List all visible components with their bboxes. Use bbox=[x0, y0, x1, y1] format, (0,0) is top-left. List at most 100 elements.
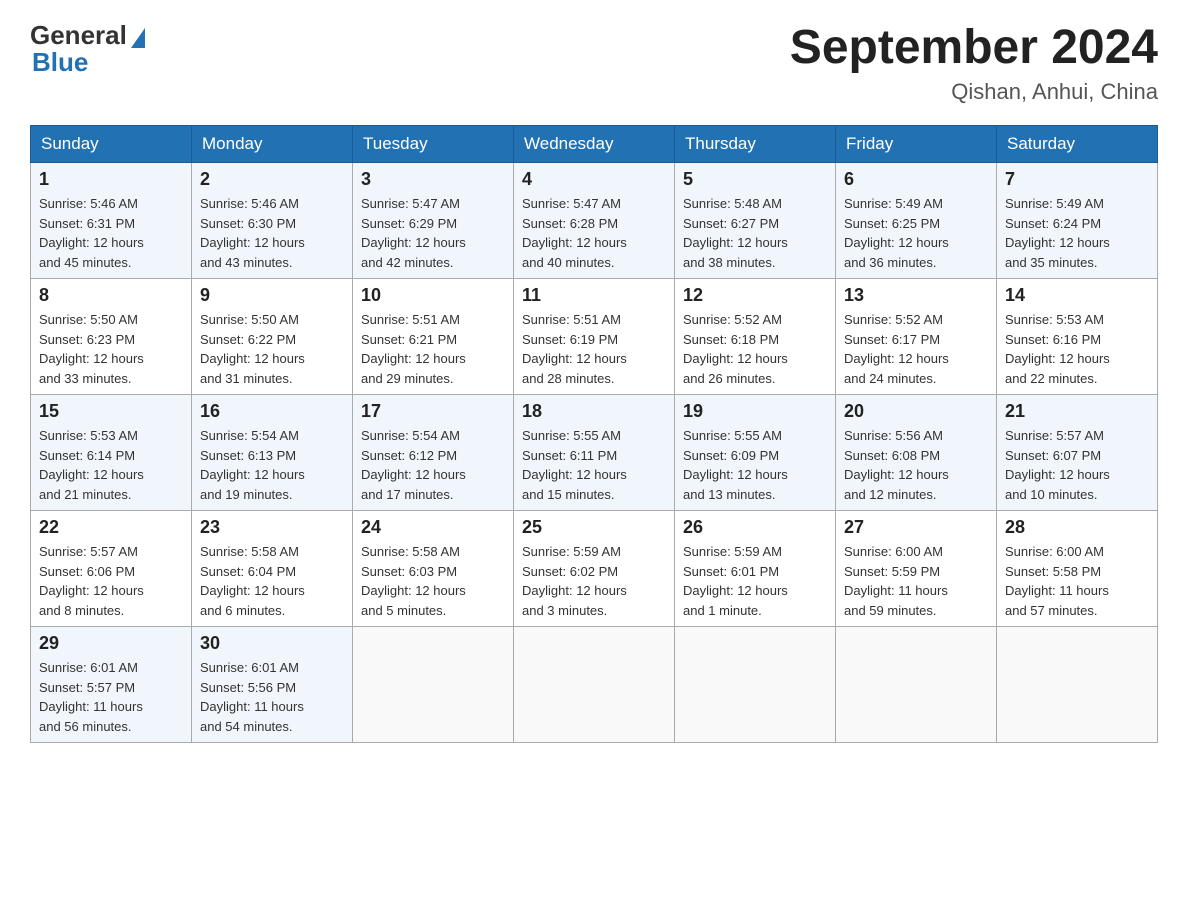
calendar-day-cell: 12 Sunrise: 5:52 AMSunset: 6:18 PMDayligh… bbox=[675, 279, 836, 395]
day-number: 12 bbox=[683, 285, 827, 306]
day-info: Sunrise: 5:53 AMSunset: 6:16 PMDaylight:… bbox=[1005, 310, 1149, 388]
day-number: 25 bbox=[522, 517, 666, 538]
day-info: Sunrise: 5:57 AMSunset: 6:07 PMDaylight:… bbox=[1005, 426, 1149, 504]
calendar-day-cell: 3 Sunrise: 5:47 AMSunset: 6:29 PMDaylight… bbox=[353, 163, 514, 279]
calendar-day-cell: 17 Sunrise: 5:54 AMSunset: 6:12 PMDayligh… bbox=[353, 395, 514, 511]
calendar-week-row: 29 Sunrise: 6:01 AMSunset: 5:57 PMDayligh… bbox=[31, 627, 1158, 743]
day-info: Sunrise: 5:46 AMSunset: 6:30 PMDaylight:… bbox=[200, 194, 344, 272]
day-info: Sunrise: 5:49 AMSunset: 6:25 PMDaylight:… bbox=[844, 194, 988, 272]
day-number: 29 bbox=[39, 633, 183, 654]
logo-triangle-icon bbox=[131, 28, 145, 48]
day-info: Sunrise: 5:59 AMSunset: 6:02 PMDaylight:… bbox=[522, 542, 666, 620]
day-info: Sunrise: 5:52 AMSunset: 6:18 PMDaylight:… bbox=[683, 310, 827, 388]
logo-blue-text: Blue bbox=[30, 47, 88, 78]
day-info: Sunrise: 5:50 AMSunset: 6:23 PMDaylight:… bbox=[39, 310, 183, 388]
day-number: 28 bbox=[1005, 517, 1149, 538]
day-number: 1 bbox=[39, 169, 183, 190]
day-info: Sunrise: 5:51 AMSunset: 6:19 PMDaylight:… bbox=[522, 310, 666, 388]
day-info: Sunrise: 5:53 AMSunset: 6:14 PMDaylight:… bbox=[39, 426, 183, 504]
calendar-day-cell bbox=[997, 627, 1158, 743]
calendar-week-row: 8 Sunrise: 5:50 AMSunset: 6:23 PMDaylight… bbox=[31, 279, 1158, 395]
title-block: September 2024 Qishan, Anhui, China bbox=[790, 20, 1158, 105]
day-info: Sunrise: 6:00 AMSunset: 5:59 PMDaylight:… bbox=[844, 542, 988, 620]
calendar-header-cell: Friday bbox=[836, 126, 997, 163]
day-number: 14 bbox=[1005, 285, 1149, 306]
day-info: Sunrise: 5:58 AMSunset: 6:03 PMDaylight:… bbox=[361, 542, 505, 620]
calendar-title: September 2024 bbox=[790, 20, 1158, 75]
calendar-day-cell bbox=[353, 627, 514, 743]
calendar-body: 1 Sunrise: 5:46 AMSunset: 6:31 PMDaylight… bbox=[31, 163, 1158, 743]
day-number: 22 bbox=[39, 517, 183, 538]
calendar-day-cell: 28 Sunrise: 6:00 AMSunset: 5:58 PMDayligh… bbox=[997, 511, 1158, 627]
calendar-header-cell: Tuesday bbox=[353, 126, 514, 163]
calendar-day-cell: 8 Sunrise: 5:50 AMSunset: 6:23 PMDaylight… bbox=[31, 279, 192, 395]
calendar-day-cell: 6 Sunrise: 5:49 AMSunset: 6:25 PMDaylight… bbox=[836, 163, 997, 279]
day-info: Sunrise: 5:52 AMSunset: 6:17 PMDaylight:… bbox=[844, 310, 988, 388]
day-info: Sunrise: 5:54 AMSunset: 6:13 PMDaylight:… bbox=[200, 426, 344, 504]
calendar-day-cell: 21Sunrise: 5:57 AMSunset: 6:07 PMDayligh… bbox=[997, 395, 1158, 511]
calendar-day-cell: 22 Sunrise: 5:57 AMSunset: 6:06 PMDayligh… bbox=[31, 511, 192, 627]
day-info: Sunrise: 5:59 AMSunset: 6:01 PMDaylight:… bbox=[683, 542, 827, 620]
day-number: 4 bbox=[522, 169, 666, 190]
calendar-day-cell: 13 Sunrise: 5:52 AMSunset: 6:17 PMDayligh… bbox=[836, 279, 997, 395]
calendar-subtitle: Qishan, Anhui, China bbox=[790, 79, 1158, 105]
day-number: 2 bbox=[200, 169, 344, 190]
day-number: 9 bbox=[200, 285, 344, 306]
calendar-header-cell: Saturday bbox=[997, 126, 1158, 163]
day-info: Sunrise: 5:46 AMSunset: 6:31 PMDaylight:… bbox=[39, 194, 183, 272]
day-info: Sunrise: 5:56 AMSunset: 6:08 PMDaylight:… bbox=[844, 426, 988, 504]
day-info: Sunrise: 5:51 AMSunset: 6:21 PMDaylight:… bbox=[361, 310, 505, 388]
calendar-header-row: SundayMondayTuesdayWednesdayThursdayFrid… bbox=[31, 126, 1158, 163]
day-number: 20 bbox=[844, 401, 988, 422]
calendar-header-cell: Sunday bbox=[31, 126, 192, 163]
calendar-day-cell: 10 Sunrise: 5:51 AMSunset: 6:21 PMDayligh… bbox=[353, 279, 514, 395]
calendar-day-cell: 26 Sunrise: 5:59 AMSunset: 6:01 PMDayligh… bbox=[675, 511, 836, 627]
day-number: 7 bbox=[1005, 169, 1149, 190]
calendar-day-cell: 19 Sunrise: 5:55 AMSunset: 6:09 PMDayligh… bbox=[675, 395, 836, 511]
calendar-day-cell: 14 Sunrise: 5:53 AMSunset: 6:16 PMDayligh… bbox=[997, 279, 1158, 395]
day-number: 26 bbox=[683, 517, 827, 538]
day-number: 5 bbox=[683, 169, 827, 190]
calendar-day-cell: 23Sunrise: 5:58 AMSunset: 6:04 PMDayligh… bbox=[192, 511, 353, 627]
day-info: Sunrise: 5:55 AMSunset: 6:09 PMDaylight:… bbox=[683, 426, 827, 504]
day-number: 19 bbox=[683, 401, 827, 422]
day-number: 23 bbox=[200, 517, 344, 538]
calendar-day-cell: 5Sunrise: 5:48 AMSunset: 6:27 PMDaylight… bbox=[675, 163, 836, 279]
day-info: Sunrise: 5:55 AMSunset: 6:11 PMDaylight:… bbox=[522, 426, 666, 504]
day-number: 13 bbox=[844, 285, 988, 306]
calendar-week-row: 22 Sunrise: 5:57 AMSunset: 6:06 PMDayligh… bbox=[31, 511, 1158, 627]
calendar-day-cell: 15 Sunrise: 5:53 AMSunset: 6:14 PMDayligh… bbox=[31, 395, 192, 511]
calendar-day-cell: 4Sunrise: 5:47 AMSunset: 6:28 PMDaylight… bbox=[514, 163, 675, 279]
calendar-day-cell: 20 Sunrise: 5:56 AMSunset: 6:08 PMDayligh… bbox=[836, 395, 997, 511]
day-info: Sunrise: 6:00 AMSunset: 5:58 PMDaylight:… bbox=[1005, 542, 1149, 620]
calendar-header: SundayMondayTuesdayWednesdayThursdayFrid… bbox=[31, 126, 1158, 163]
calendar-day-cell bbox=[514, 627, 675, 743]
day-number: 8 bbox=[39, 285, 183, 306]
calendar-header-cell: Monday bbox=[192, 126, 353, 163]
calendar-day-cell: 1 Sunrise: 5:46 AMSunset: 6:31 PMDaylight… bbox=[31, 163, 192, 279]
day-number: 15 bbox=[39, 401, 183, 422]
day-info: Sunrise: 5:57 AMSunset: 6:06 PMDaylight:… bbox=[39, 542, 183, 620]
calendar-day-cell bbox=[836, 627, 997, 743]
page-header: General Blue September 2024 Qishan, Anhu… bbox=[30, 20, 1158, 105]
calendar-day-cell: 11Sunrise: 5:51 AMSunset: 6:19 PMDayligh… bbox=[514, 279, 675, 395]
day-number: 6 bbox=[844, 169, 988, 190]
calendar-day-cell bbox=[675, 627, 836, 743]
calendar-day-cell: 16 Sunrise: 5:54 AMSunset: 6:13 PMDayligh… bbox=[192, 395, 353, 511]
day-number: 16 bbox=[200, 401, 344, 422]
day-info: Sunrise: 6:01 AMSunset: 5:57 PMDaylight:… bbox=[39, 658, 183, 736]
day-number: 24 bbox=[361, 517, 505, 538]
calendar-day-cell: 2 Sunrise: 5:46 AMSunset: 6:30 PMDaylight… bbox=[192, 163, 353, 279]
calendar-header-cell: Thursday bbox=[675, 126, 836, 163]
day-number: 3 bbox=[361, 169, 505, 190]
calendar-day-cell: 24 Sunrise: 5:58 AMSunset: 6:03 PMDayligh… bbox=[353, 511, 514, 627]
calendar-day-cell: 27Sunrise: 6:00 AMSunset: 5:59 PMDayligh… bbox=[836, 511, 997, 627]
day-info: Sunrise: 5:54 AMSunset: 6:12 PMDaylight:… bbox=[361, 426, 505, 504]
day-info: Sunrise: 5:47 AMSunset: 6:29 PMDaylight:… bbox=[361, 194, 505, 272]
day-number: 30 bbox=[200, 633, 344, 654]
day-info: Sunrise: 5:49 AMSunset: 6:24 PMDaylight:… bbox=[1005, 194, 1149, 272]
day-number: 18 bbox=[522, 401, 666, 422]
day-number: 17 bbox=[361, 401, 505, 422]
day-info: Sunrise: 5:50 AMSunset: 6:22 PMDaylight:… bbox=[200, 310, 344, 388]
day-number: 10 bbox=[361, 285, 505, 306]
